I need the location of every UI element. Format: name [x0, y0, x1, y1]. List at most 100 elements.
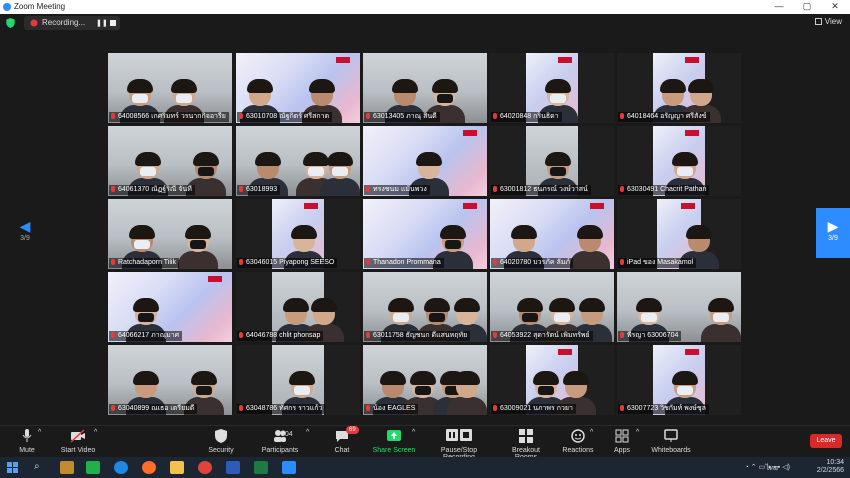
muted-mic-icon: [111, 332, 115, 338]
spu-logo-icon: [685, 130, 701, 139]
participants-button[interactable]: 204 Participants: [258, 429, 302, 454]
shield-icon[interactable]: [6, 18, 15, 28]
participant-tile[interactable]: ทรงชนม แม้นพวง: [363, 126, 487, 196]
word-icon[interactable]: [226, 461, 240, 474]
participant-name-label: 63030491 Chacrit Pathan: [618, 185, 710, 195]
file-explorer-icon[interactable]: [170, 461, 184, 474]
media-player-icon[interactable]: [60, 461, 74, 474]
input-language[interactable]: ไทย: [766, 463, 778, 474]
participant-name-label: 64053922 สุดารัตน์ เพิ่มทรัพย์: [491, 331, 593, 341]
minimize-icon[interactable]: —: [766, 1, 792, 11]
system-clock[interactable]: 10:34 2/2/2566: [817, 459, 844, 475]
participant-tile[interactable]: iPad ของ Masakamol: [617, 199, 741, 269]
participant-tile[interactable]: Thanadon Prommana: [363, 199, 487, 269]
participant-name-label: 63007723 วิชกัมท์ พงษ์ชุล: [618, 404, 709, 414]
reactions-options-chevron-icon[interactable]: ^: [590, 429, 593, 436]
whiteboards-button[interactable]: Whiteboards: [650, 429, 692, 454]
close-icon[interactable]: ✕: [822, 1, 848, 12]
participant-tile[interactable]: 63030491 Chacrit Pathan: [617, 126, 741, 196]
muted-mic-icon: [493, 186, 497, 192]
participant-person: [447, 371, 487, 415]
participant-tile[interactable]: 63010708 ณัฐกิตร์ ศรีสกาด: [236, 53, 360, 123]
participant-tile[interactable]: 64061370 ณัฏฐ์ริณี จันที: [108, 126, 232, 196]
chrome-icon[interactable]: [198, 461, 212, 474]
participant-tile[interactable]: 63007723 วิชกัมท์ พงษ์ชุล: [617, 345, 741, 415]
title-bar: Zoom Meeting — ▢ ✕: [0, 0, 850, 14]
participant-tile[interactable]: Ratchadaporn Tilik: [108, 199, 232, 269]
participant-tile[interactable]: 63018993: [236, 126, 360, 196]
view-button[interactable]: View: [814, 17, 842, 26]
video-options-chevron-icon[interactable]: ^: [94, 429, 97, 436]
excel-icon[interactable]: [254, 461, 268, 474]
next-page-button[interactable]: ▶ 3/9: [816, 208, 850, 258]
chat-button[interactable]: 69 Chat: [328, 426, 359, 454]
firefox-icon[interactable]: [142, 461, 156, 474]
participant-tile[interactable]: 63001812 ธนภรณ์ วงษ์วาสน์: [490, 126, 614, 196]
search-icon[interactable]: ⌕: [34, 461, 48, 474]
participant-tile[interactable]: 63048786 ทัศกร ราวแก้ว: [236, 345, 360, 415]
muted-mic-icon: [111, 186, 115, 192]
share-screen-button[interactable]: Share Screen: [372, 429, 416, 454]
participant-tile[interactable]: 64020780 บวรภัค ลัมภ์: [490, 199, 614, 269]
participant-tile[interactable]: 63013405 ภาณุ สิ้นดี: [363, 53, 487, 123]
muted-mic-icon: [620, 332, 624, 338]
participant-name-label: 63048786 ทัศกร ราวแก้ว: [237, 404, 326, 414]
apps-button[interactable]: Apps: [610, 429, 634, 454]
leave-button[interactable]: Leave: [810, 434, 842, 448]
clock-time: 10:34: [826, 459, 844, 466]
muted-mic-icon: [493, 332, 497, 338]
apps-options-chevron-icon[interactable]: ^: [636, 429, 639, 436]
previous-page-button[interactable]: ◀ 3/9: [8, 208, 42, 258]
participant-tile[interactable]: 64020848 กรินธิดา: [490, 53, 614, 123]
participant-name: 64061370 ณัฏฐ์ริณี จันที: [118, 186, 192, 193]
participant-name-label: 64046788 chlit phonsap: [237, 331, 324, 341]
edge-browser-icon[interactable]: [114, 461, 128, 474]
participant-name-label: 63013405 ภาณุ สิ้นดี: [364, 112, 440, 122]
muted-mic-icon: [111, 259, 115, 265]
participant-tile[interactable]: 63046015 Piyapong SEESO: [236, 199, 360, 269]
record-controls-icon-group: [446, 429, 472, 443]
participant-tile[interactable]: 64046788 chlit phonsap: [236, 272, 360, 342]
spu-logo-icon: [685, 349, 701, 358]
mute-options-chevron-icon[interactable]: ^: [38, 429, 41, 436]
participant-tile[interactable]: 63011758 ธัญชนก ดีแสนหฤทัย: [363, 272, 487, 342]
stop-recording-icon[interactable]: [110, 20, 116, 26]
clock-date: 2/2/2566: [816, 467, 844, 474]
participant-tile[interactable]: 63009021 นภาพร กวยา: [490, 345, 614, 415]
maximize-icon[interactable]: ▢: [794, 1, 820, 12]
participant-name-label: 64008566 เกศริมทร์ วรนากกิจอารีย: [109, 112, 229, 122]
participants-icon-group: 204: [262, 429, 298, 443]
participant-name: 63046015 Piyapong SEESO: [246, 259, 335, 266]
pause-recording-icon[interactable]: ❚❚: [96, 19, 108, 27]
muted-mic-icon: [620, 259, 624, 265]
participant-tile[interactable]: 63040899 ณเธอ เตรียมดี: [108, 345, 232, 415]
share-options-chevron-icon[interactable]: ^: [412, 429, 415, 436]
participant-name: พีรญา 63006704: [627, 332, 679, 339]
participant-tile[interactable]: พีรญา 63006704: [617, 272, 741, 342]
windows-start-icon[interactable]: [6, 461, 20, 474]
participant-tile[interactable]: น้อง EAGLES: [363, 345, 487, 415]
zoom-taskbar-icon[interactable]: [282, 461, 296, 474]
muted-mic-icon: [366, 405, 370, 411]
participant-tile[interactable]: 64018464 อรัญญา ศรีสังข์: [617, 53, 741, 123]
participant-name: 63030491 Chacrit Pathan: [627, 186, 707, 193]
participants-options-chevron-icon[interactable]: ^: [306, 429, 309, 436]
spu-logo-icon: [463, 130, 479, 139]
security-shield-icon: [215, 429, 227, 443]
participant-tile[interactable]: 64008566 เกศริมทร์ วรนากกิจอารีย: [108, 53, 232, 123]
participant-tile[interactable]: 64053922 สุดารัตน์ เพิ่มทรัพย์: [490, 272, 614, 342]
participant-tile[interactable]: 64066217 ภาณุมาศ: [108, 272, 232, 342]
spu-logo-icon: [304, 203, 320, 212]
participant-name: Thanadon Prommana: [373, 259, 441, 266]
participant-name: 64053922 สุดารัตน์ เพิ่มทรัพย์: [500, 332, 590, 339]
chat-icon-group: 69: [334, 426, 359, 443]
participant-name-label: Ratchadaporn Tilik: [109, 258, 179, 268]
security-button[interactable]: Security: [206, 429, 236, 454]
view-label: View: [824, 17, 842, 26]
line-app-icon[interactable]: [86, 461, 100, 474]
muted-mic-icon: [239, 186, 243, 192]
apps-label: Apps: [614, 447, 630, 454]
spu-logo-icon: [681, 203, 697, 212]
recording-label: Recording...: [42, 18, 86, 27]
start-video-label: Start Video: [60, 447, 96, 454]
